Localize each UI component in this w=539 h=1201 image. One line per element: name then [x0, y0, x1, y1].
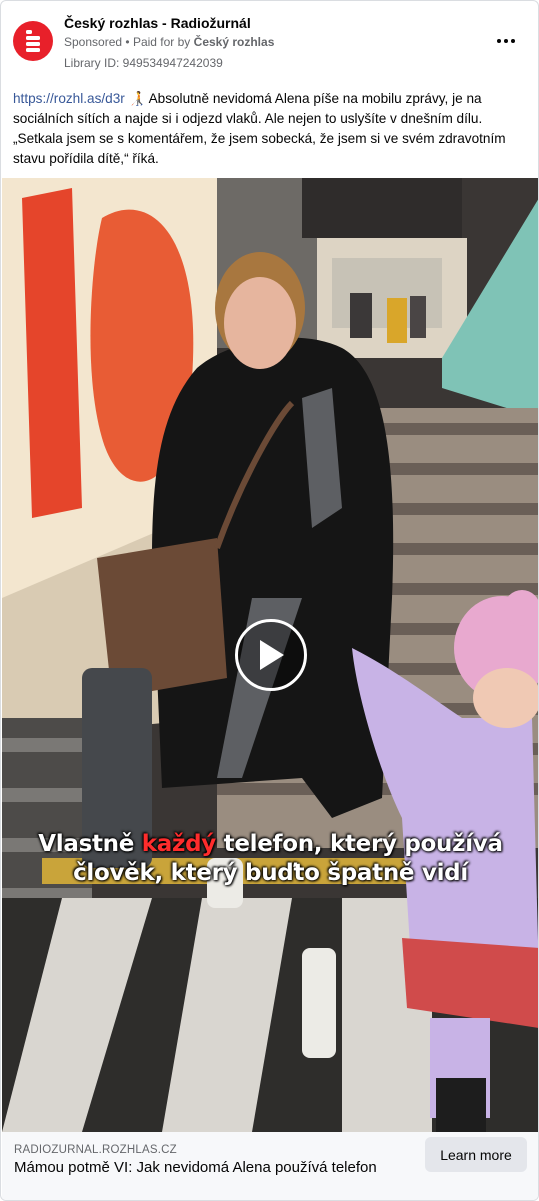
- play-button[interactable]: [235, 619, 307, 691]
- caption-text: Vlastně: [38, 831, 142, 857]
- post-link[interactable]: https://rozhl.as/d3r: [13, 91, 125, 106]
- ad-card: Český rozhlas - Radiožurnál Sponsored • …: [0, 0, 539, 1201]
- page-name[interactable]: Český rozhlas - Radiožurnál: [64, 15, 251, 31]
- caption-highlight: každý: [141, 831, 216, 857]
- link-domain: RADIOZURNAL.ROZHLAS.CZ: [14, 1144, 177, 1156]
- video-player[interactable]: Vlastně každý telefon, který používá člo…: [2, 178, 538, 1132]
- caption-text: telefon, který používá: [215, 831, 503, 857]
- more-options-button[interactable]: [494, 31, 518, 51]
- link-preview[interactable]: RADIOZURNAL.ROZHLAS.CZ Mámou potmě VI: J…: [2, 1132, 538, 1200]
- play-icon: [260, 640, 284, 670]
- sponsored-label: Sponsored: [64, 35, 123, 49]
- post-text: https://rozhl.as/d3r 🧑‍🦯 Absolutně nevid…: [13, 89, 525, 169]
- learn-more-button[interactable]: Learn more: [425, 1137, 527, 1172]
- more-horizontal-icon: [497, 39, 501, 43]
- paid-for-by-label: Paid for by: [132, 35, 191, 49]
- more-dot: [504, 39, 508, 43]
- meta-separator: •: [125, 35, 130, 49]
- caption-line-1: Vlastně každý telefon, který používá: [2, 830, 538, 859]
- blind-person-emoji: 🧑‍🦯: [128, 91, 146, 106]
- video-caption: Vlastně každý telefon, který používá člo…: [2, 830, 538, 888]
- cesky-rozhlas-logo-icon: [26, 30, 40, 52]
- library-id: Library ID: 949534947242039: [64, 56, 223, 70]
- page-avatar[interactable]: [13, 21, 53, 61]
- caption-line-2: člověk, který buďto špatně vidí: [73, 860, 468, 886]
- more-dot: [511, 39, 515, 43]
- post-header: Český rozhlas - Radiožurnál Sponsored • …: [13, 13, 526, 71]
- link-headline[interactable]: Mámou potmě VI: Jak nevidomá Alena použí…: [14, 1159, 377, 1176]
- sponsor-name: Český rozhlas: [193, 35, 275, 49]
- sponsored-line: Sponsored • Paid for by Český rozhlas: [64, 35, 274, 49]
